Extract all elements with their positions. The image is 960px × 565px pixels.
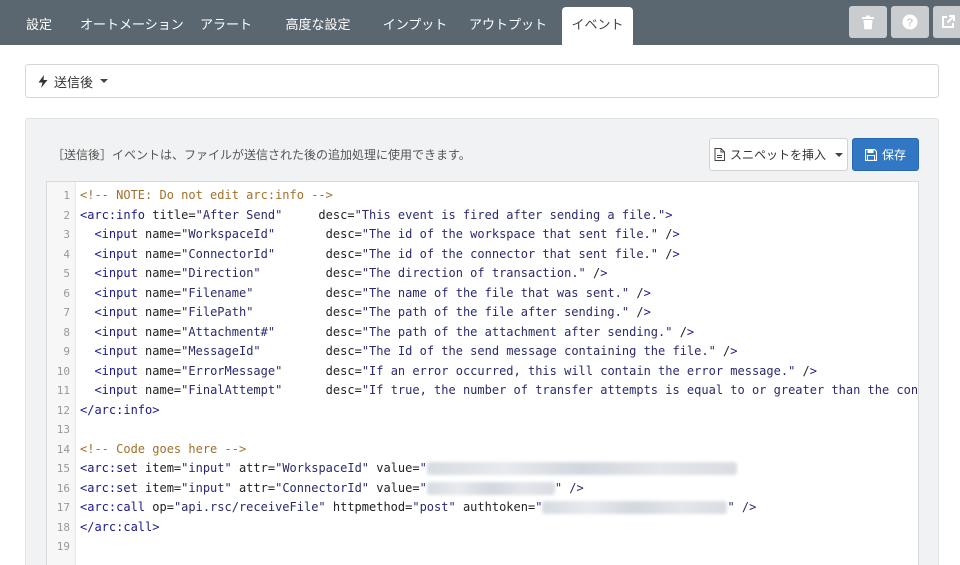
tab-automation[interactable]: オートメーション [80, 0, 184, 45]
redacted-value [426, 481, 555, 495]
tab-alerts[interactable]: アラート [196, 0, 256, 45]
insert-snippet-label: スニペットを挿入 [729, 148, 826, 162]
help-icon: ? [902, 14, 918, 30]
line-number: 14 [56, 442, 70, 456]
line-number: 4 [63, 247, 70, 261]
line-number: 12 [56, 403, 70, 417]
code-line: <!-- NOTE: Do not edit arc:info --> [80, 188, 333, 202]
floppy-disk-icon [864, 148, 877, 161]
tab-advanced-settings[interactable]: 高度な設定 [276, 0, 360, 45]
event-type-dropdown[interactable]: 送信後 [25, 64, 939, 98]
line-number: 1 [63, 189, 70, 202]
tab-settings[interactable]: 設定 [16, 0, 62, 45]
line-number: 15 [56, 462, 70, 475]
line-number: 17 [56, 501, 70, 514]
line-number-gutter: 1 2 3 4 5 6 7 8 9 10 11 12 13 14 15 16 17 18 19 [47, 182, 76, 565]
chevron-down-icon [100, 79, 109, 83]
svg-text:?: ? [907, 17, 914, 29]
code-line: <input name="Attachment#" desc="The path… [94, 324, 695, 339]
help-button[interactable]: ? [891, 6, 929, 38]
code-line: <arc:set item="input" attr="ConnectorId"… [80, 480, 584, 495]
code-line: <input name="Filename" desc="The name of… [94, 285, 651, 300]
line-number: 9 [63, 345, 70, 358]
line-number: 11 [56, 384, 70, 397]
event-type-selected: 送信後 [54, 75, 94, 91]
code-line: <arc:info title="After Send" desc="This … [80, 207, 673, 222]
line-number: 18 [56, 520, 70, 534]
code-line: <input name="ErrorMessage" desc="If an e… [94, 363, 817, 378]
tab-input[interactable]: インプット [380, 0, 450, 45]
line-number: 7 [63, 306, 70, 319]
document-icon [714, 148, 725, 161]
insert-snippet-button[interactable]: スニペットを挿入 [709, 138, 848, 171]
delete-button[interactable] [849, 6, 887, 38]
line-number: 8 [63, 325, 70, 339]
code-line: </arc:call> [80, 519, 160, 534]
line-number: 6 [63, 286, 70, 300]
line-number: 5 [63, 267, 70, 280]
bolt-icon [38, 74, 48, 88]
code-line: <input name="FilePath" desc="The path of… [94, 305, 651, 319]
redacted-value [542, 501, 728, 514]
line-number: 16 [56, 481, 70, 495]
code-line: <input name="Direction" desc="The direct… [94, 266, 608, 280]
line-number: 13 [56, 423, 70, 436]
line-number: 3 [63, 228, 70, 241]
code-area[interactable]: <!-- NOTE: Do not edit arc:info --> <arc:… [80, 186, 918, 557]
tab-events[interactable]: イベント [562, 7, 633, 45]
code-line: <arc:call op="api.rsc/receiveFile" httpm… [80, 500, 757, 514]
external-link-icon [942, 15, 955, 28]
event-description: ［送信後］イベントは、ファイルが送信された後の追加処理に使用できます。 [52, 148, 471, 162]
chevron-down-icon [835, 152, 843, 157]
code-line: <arc:set item="input" attr="WorkspaceId"… [80, 459, 918, 479]
trash-icon [862, 15, 874, 29]
code-line: <!-- Code goes here --> [80, 441, 247, 456]
code-line: </arc:info> [80, 402, 160, 417]
open-external-button[interactable] [933, 6, 960, 38]
redacted-value [426, 462, 737, 475]
code-line: <input name="MessageId" desc="The Id of … [94, 344, 738, 358]
save-label: 保存 [881, 148, 906, 162]
code-line: <input name="WorkspaceId" desc="The id o… [94, 227, 680, 241]
code-line: <input name="ConnectorId" desc="The id o… [94, 246, 680, 261]
code-line: <input name="FinalAttempt" desc="If true… [94, 383, 919, 397]
top-tab-bar: 設定 オートメーション アラート 高度な設定 インプット アウトプット イベント… [0, 0, 960, 45]
line-number: 2 [63, 208, 70, 222]
line-number: 10 [56, 364, 70, 378]
code-editor[interactable]: 1 2 3 4 5 6 7 8 9 10 11 12 13 14 15 16 17 18 19 <!-- NOTE:… [46, 181, 919, 565]
tab-output[interactable]: アウトプット [468, 0, 548, 45]
line-number: 19 [56, 540, 70, 553]
save-button[interactable]: 保存 [852, 138, 919, 171]
